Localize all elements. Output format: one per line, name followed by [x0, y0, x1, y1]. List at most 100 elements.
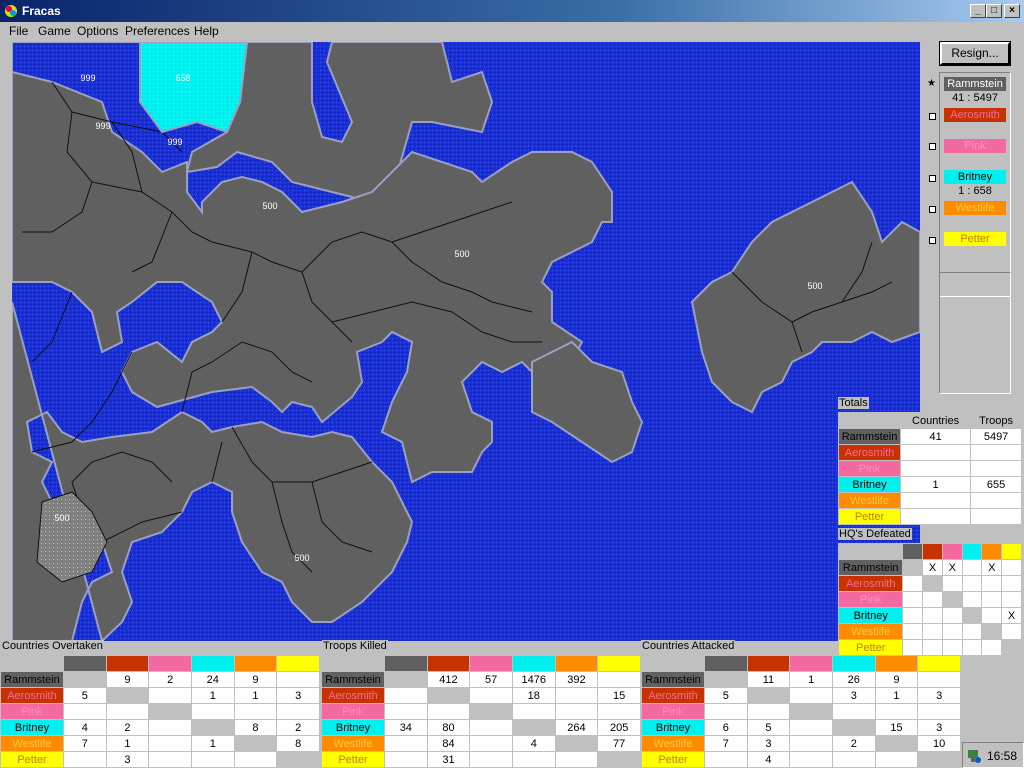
cell: 9 — [233, 671, 278, 688]
cell — [1001, 591, 1022, 608]
cell — [874, 735, 919, 752]
cell — [899, 460, 972, 477]
cell: 7 — [62, 735, 107, 752]
territory-troops: 500 — [454, 249, 469, 259]
britney-territory[interactable] — [139, 42, 249, 134]
player-petter[interactable]: Petter — [944, 232, 1006, 246]
row-name: Aerosmith — [837, 575, 904, 592]
cell — [383, 703, 428, 720]
network-icon — [968, 750, 981, 763]
cell: 2 — [276, 719, 320, 736]
menu-help[interactable]: Help — [194, 24, 219, 38]
row-name: Petter — [0, 751, 64, 768]
cell: 1 — [874, 687, 919, 704]
cell: 7 — [703, 735, 748, 752]
cell — [703, 671, 748, 688]
side-panel: Resign... Rammstein 41 : 5497 Aerosmith … — [921, 40, 1024, 398]
row-name: Pink — [837, 591, 904, 608]
table-row: Aerosmith 5 3 1 3 — [641, 687, 961, 704]
cell — [233, 703, 278, 720]
cell: 412 — [426, 671, 471, 688]
menu-preferences[interactable]: Preferences — [125, 24, 190, 38]
cell — [233, 751, 278, 768]
cell — [148, 703, 192, 720]
cell — [148, 719, 192, 736]
column-color-westlife — [981, 543, 1003, 560]
cell: 57 — [469, 671, 513, 688]
row-name: Rammstein — [641, 671, 705, 688]
player-pink[interactable]: Pink — [944, 139, 1006, 153]
cell — [874, 751, 919, 768]
cell: 2 — [105, 719, 150, 736]
cell — [105, 687, 150, 704]
player-westlife[interactable]: Westlife — [944, 201, 1006, 215]
cell — [148, 687, 192, 704]
cell: 80 — [426, 719, 471, 736]
cell — [970, 492, 1022, 509]
cell — [233, 735, 278, 752]
row-name: Rammstein — [838, 428, 901, 445]
cell — [469, 735, 513, 752]
close-button[interactable]: × — [1004, 4, 1020, 18]
cell — [902, 591, 924, 608]
minimize-button[interactable]: _ — [970, 4, 986, 18]
cell: 392 — [554, 671, 599, 688]
row-name: Petter — [837, 639, 904, 656]
territory-troops: 500 — [807, 281, 822, 291]
cell: 8 — [276, 735, 320, 752]
cell — [831, 703, 876, 720]
player-petter-square-icon — [929, 237, 936, 244]
territory-troops: 999 — [167, 137, 182, 147]
column-color-pink — [469, 655, 513, 672]
table-row: Rammstein 41 5497 — [838, 428, 1022, 445]
column-color-pink — [789, 655, 833, 672]
active-player-star-icon: ★ — [927, 78, 936, 89]
cell: 34 — [383, 719, 428, 736]
troops-header: Troops — [970, 412, 1022, 429]
window-title: Fracas — [22, 4, 61, 18]
cell — [469, 719, 513, 736]
menu-file[interactable]: File — [9, 24, 28, 38]
cell — [469, 687, 513, 704]
column-color-petter — [597, 655, 641, 672]
map-canvas[interactable]: 999 658 999 999 500 500 500 500 500 — [12, 42, 920, 641]
cell: X — [981, 559, 1003, 576]
resign-button[interactable]: Resign... — [939, 41, 1011, 66]
cell — [746, 703, 791, 720]
cell: 3 — [746, 735, 791, 752]
game-map[interactable]: 999 658 999 999 500 500 500 500 500 — [12, 42, 920, 641]
cell — [902, 575, 924, 592]
cell: 84 — [426, 735, 471, 752]
row-name: Britney — [837, 607, 904, 624]
cell: 2 — [831, 735, 876, 752]
cell — [899, 492, 972, 509]
cell: 4 — [746, 751, 791, 768]
table-row: Petter 31 — [321, 751, 641, 768]
cell — [469, 703, 513, 720]
cell: 41 — [899, 428, 972, 445]
cell — [511, 703, 556, 720]
cell — [148, 735, 192, 752]
cell — [597, 671, 641, 688]
menu-game[interactable]: Game — [38, 24, 71, 38]
totals-table: Countries Troops Rammstein 41 5497 Aerosmit… — [838, 412, 1022, 525]
cell: 11 — [746, 671, 791, 688]
cell: 3 — [105, 751, 150, 768]
territory-troops: 500 — [294, 553, 309, 563]
cell — [917, 671, 961, 688]
table-row: Britney 1 655 — [838, 476, 1022, 493]
maximize-button[interactable]: □ — [986, 4, 1002, 18]
table-row: Westlife 7 1 1 8 — [0, 735, 320, 752]
cell — [941, 639, 963, 656]
player-rammstein[interactable]: Rammstein — [944, 77, 1006, 91]
cell — [831, 719, 876, 736]
player-aerosmith[interactable]: Aerosmith — [944, 108, 1006, 122]
column-color-aerosmith — [105, 655, 150, 672]
player-britney[interactable]: Britney — [944, 170, 1006, 184]
cell — [981, 607, 1003, 624]
table-row: Petter — [838, 508, 1022, 525]
menu-options[interactable]: Options — [77, 24, 118, 38]
cell — [981, 591, 1003, 608]
cell: X — [941, 559, 963, 576]
row-name: Rammstein — [0, 671, 64, 688]
